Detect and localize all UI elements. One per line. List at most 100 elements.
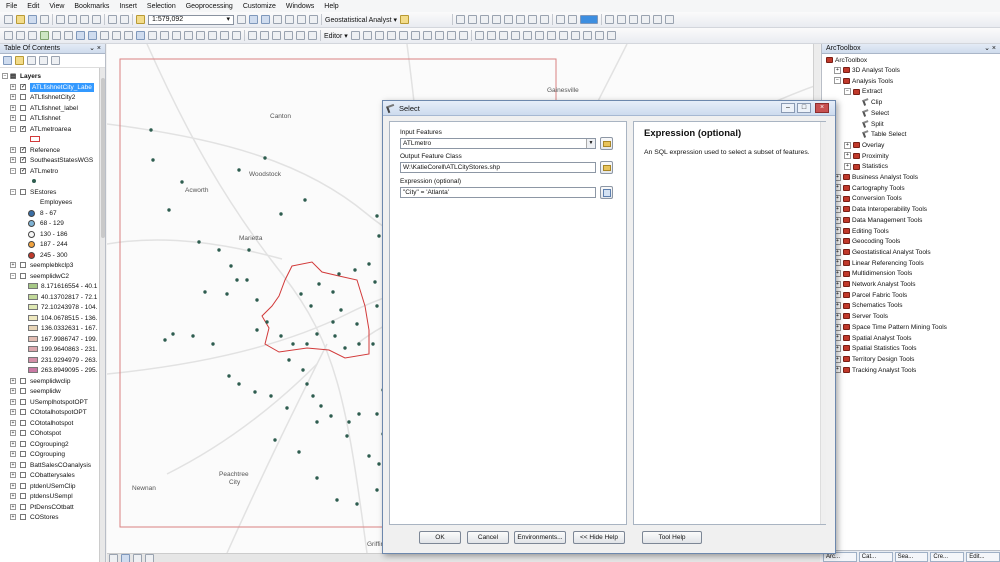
arctoolbox-root[interactable]: ArcToolbox — [826, 56, 867, 66]
fixed-zoom-out-icon[interactable] — [64, 31, 73, 40]
store-point[interactable] — [253, 390, 257, 394]
store-point[interactable] — [305, 382, 309, 386]
toc-layer-row[interactable]: + ATLfishnetCity2 — [0, 93, 99, 102]
expand-icon[interactable]: + — [10, 398, 16, 405]
visibility-checkbox[interactable] — [20, 409, 26, 415]
layer-name[interactable]: COgrouping2 — [30, 440, 69, 449]
toc-layer-row[interactable]: + seemplidw — [0, 387, 99, 396]
expand-icon[interactable]: + — [834, 66, 841, 74]
tab-create-features[interactable]: Cre... — [930, 551, 965, 562]
toolbar-icon[interactable] — [248, 31, 257, 40]
toc-options-icon[interactable] — [51, 56, 60, 65]
store-point[interactable] — [355, 322, 359, 326]
toc-layer-row[interactable]: − seemplidwC2 — [0, 272, 99, 281]
expand-icon[interactable]: + — [10, 493, 16, 499]
visibility-checkbox[interactable]: ✓ — [20, 167, 26, 174]
toc-layer-row[interactable]: + COtotalhotspot — [0, 419, 99, 428]
toc-layer-row[interactable]: + ✓ ATLfishnetCity_Labe — [0, 82, 99, 92]
toc-layer-row[interactable]: + ✓ SoutheastStatesWGS — [0, 156, 99, 165]
store-point[interactable] — [197, 240, 201, 244]
store-point[interactable] — [297, 450, 301, 454]
store-point[interactable] — [373, 280, 377, 284]
layer-name[interactable]: seemplidwclip — [30, 377, 70, 386]
store-point[interactable] — [315, 476, 319, 480]
input-features-dropdown[interactable]: ATLmetro ▼ — [400, 138, 596, 149]
store-point[interactable] — [149, 128, 153, 132]
redo-icon[interactable] — [120, 15, 129, 24]
layer-name[interactable]: ATLmetro — [30, 167, 58, 176]
forward-extent-icon[interactable] — [88, 31, 97, 40]
menu-view[interactable]: View — [49, 3, 64, 10]
store-point[interactable] — [331, 320, 335, 324]
expand-icon[interactable]: + — [10, 115, 16, 121]
ok-button[interactable]: OK — [419, 531, 461, 544]
visibility-checkbox[interactable] — [20, 493, 26, 499]
expand-icon[interactable]: + — [10, 377, 16, 384]
store-point[interactable] — [345, 434, 349, 438]
layer-name[interactable]: ATLfishnetCity2 — [30, 93, 75, 102]
layout-view-icon[interactable] — [109, 553, 118, 562]
store-point[interactable] — [229, 264, 233, 268]
visibility-checkbox[interactable] — [20, 94, 26, 100]
chevron-down-icon[interactable]: ▼ — [586, 139, 595, 148]
menu-insert[interactable]: Insert — [119, 3, 137, 10]
layer-name[interactable]: SoutheastStatesWGS — [30, 156, 93, 165]
toc-layer-row[interactable]: + USemplhotspotOPT — [0, 398, 99, 407]
toolbox-item[interactable]: + Geocoding Tools — [834, 237, 900, 247]
visibility-checkbox[interactable] — [20, 115, 26, 121]
store-point[interactable] — [167, 208, 171, 212]
layer-name[interactable]: COStores — [30, 513, 59, 522]
layer-name[interactable]: seemplidwC2 — [30, 272, 69, 281]
list-by-source-icon[interactable] — [15, 56, 24, 65]
store-point[interactable] — [375, 214, 379, 218]
store-point[interactable] — [247, 248, 251, 252]
store-point[interactable] — [315, 332, 319, 336]
store-point[interactable] — [255, 298, 259, 302]
store-point[interactable] — [245, 278, 249, 282]
toc-layer-row[interactable]: + seemplidwclip — [0, 377, 99, 386]
toc-layer-row[interactable]: + COtotalhotspotOPT — [0, 408, 99, 417]
browse-output-button[interactable] — [600, 161, 613, 174]
select-features-icon[interactable] — [100, 31, 109, 40]
menu-customize[interactable]: Customize — [243, 3, 276, 10]
hyperlink-icon[interactable] — [148, 31, 157, 40]
list-by-drawing-order-icon[interactable] — [3, 56, 12, 65]
menu-geoprocessing[interactable]: Geoprocessing — [186, 3, 233, 10]
store-point[interactable] — [217, 248, 221, 252]
expand-icon[interactable]: − — [834, 77, 841, 85]
cut-icon[interactable] — [56, 15, 65, 24]
store-point[interactable] — [377, 234, 381, 238]
toc-layer-row[interactable]: + COStores — [0, 513, 99, 522]
toolbar-icon[interactable] — [641, 15, 650, 24]
store-point[interactable] — [367, 454, 371, 458]
expand-icon[interactable]: + — [10, 472, 16, 478]
expand-icon[interactable]: + — [10, 514, 16, 520]
visibility-checkbox[interactable] — [20, 377, 26, 384]
open-icon[interactable] — [16, 15, 25, 24]
toolbar-icon[interactable] — [582, 31, 592, 40]
layer-name[interactable]: ATLfishnet_label — [30, 104, 78, 113]
store-point[interactable] — [311, 394, 315, 398]
menu-bookmarks[interactable]: Bookmarks — [74, 3, 109, 10]
geostat-wizard-icon[interactable] — [400, 15, 409, 24]
store-point[interactable] — [265, 320, 269, 324]
search-window-icon[interactable] — [273, 15, 282, 24]
store-point[interactable] — [357, 342, 361, 346]
expand-icon[interactable]: + — [10, 104, 16, 111]
toolbar-icon[interactable] — [386, 31, 396, 40]
help-scrollbar[interactable] — [820, 122, 826, 524]
tab-search[interactable]: Sea... — [894, 551, 929, 562]
toolbar-icon[interactable] — [498, 31, 508, 40]
toolbar-icon[interactable] — [456, 15, 465, 24]
html-popup-icon[interactable] — [160, 31, 169, 40]
store-point[interactable] — [227, 374, 231, 378]
expand-icon[interactable]: + — [10, 451, 16, 457]
save-icon[interactable] — [28, 15, 37, 24]
store-point[interactable] — [353, 268, 357, 272]
viewer-window-icon[interactable] — [232, 31, 241, 40]
expand-icon[interactable]: + — [10, 440, 16, 447]
time-slider-icon[interactable] — [220, 31, 229, 40]
toolbar-icon[interactable] — [398, 31, 408, 40]
visibility-checkbox[interactable] — [20, 388, 26, 394]
store-point[interactable] — [315, 420, 319, 424]
